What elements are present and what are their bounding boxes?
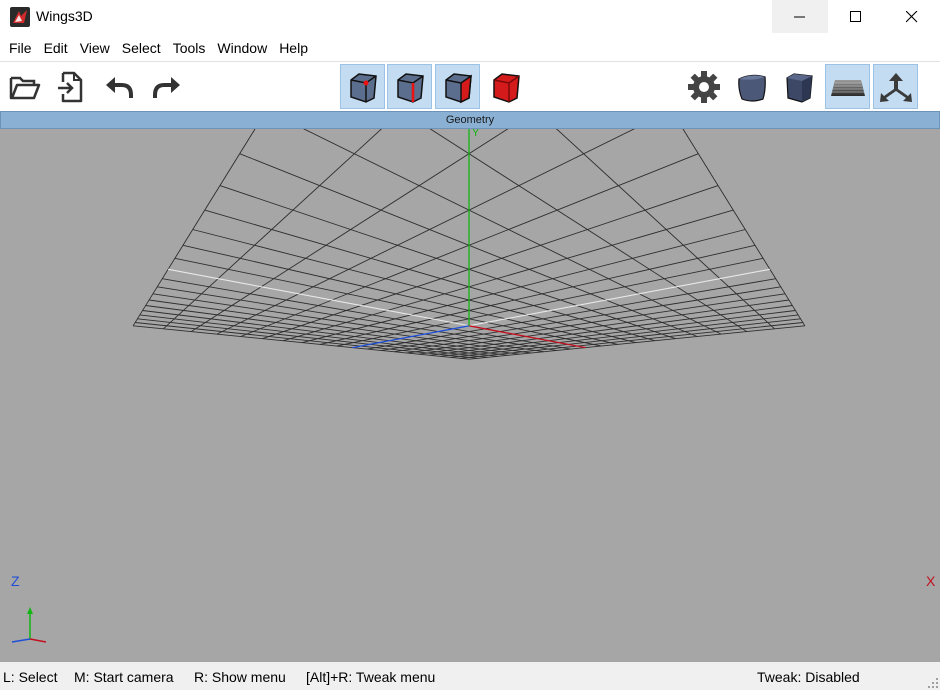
menu-bar: File Edit View Select Tools Window Help bbox=[0, 36, 940, 60]
grid-line bbox=[132, 129, 256, 327]
menu-select[interactable]: Select bbox=[116, 37, 167, 59]
open-button[interactable] bbox=[2, 64, 47, 109]
menu-window[interactable]: Window bbox=[211, 37, 273, 59]
close-icon bbox=[906, 10, 918, 22]
ground-plane-button[interactable] bbox=[825, 64, 870, 109]
grid-line bbox=[303, 129, 722, 335]
redo-icon bbox=[152, 76, 180, 98]
maximize-icon bbox=[850, 10, 861, 22]
minimize-icon bbox=[794, 16, 805, 17]
body-select-icon bbox=[492, 72, 520, 103]
edge-mode-button[interactable] bbox=[387, 64, 432, 109]
orientation-gizmo bbox=[11, 607, 47, 643]
grid-line bbox=[555, 129, 775, 330]
menu-file[interactable]: File bbox=[3, 37, 38, 59]
status-right-click-hint: R: Show menu bbox=[194, 669, 286, 685]
vertex-mode-button[interactable] bbox=[340, 64, 385, 109]
resize-grip-icon[interactable] bbox=[928, 678, 938, 688]
flat-shaded-cube-icon bbox=[785, 72, 813, 103]
ground-plane-icon bbox=[830, 79, 865, 96]
grid-line bbox=[137, 318, 488, 358]
import-button[interactable] bbox=[47, 64, 92, 109]
face-select-icon bbox=[444, 72, 472, 103]
grid-line bbox=[216, 129, 635, 335]
grid-line bbox=[682, 129, 806, 327]
menu-tools[interactable]: Tools bbox=[167, 37, 212, 59]
viewport-title: Geometry bbox=[0, 111, 940, 129]
redo-button[interactable] bbox=[144, 64, 189, 109]
show-axes-button[interactable] bbox=[873, 64, 918, 109]
vertex-select-icon bbox=[349, 72, 377, 103]
y-axis-label: Y bbox=[472, 129, 480, 139]
smooth-shaded-cube-icon bbox=[737, 74, 766, 102]
x-axis-label: X bbox=[926, 573, 936, 589]
gear-icon bbox=[687, 70, 720, 103]
title-bar: Wings3D bbox=[0, 0, 940, 33]
window-title: Wings3D bbox=[36, 8, 93, 24]
flat-shading-button[interactable] bbox=[776, 64, 821, 109]
import-icon bbox=[57, 71, 82, 102]
undo-icon bbox=[105, 76, 133, 98]
maximize-button[interactable] bbox=[828, 0, 884, 33]
body-mode-button[interactable] bbox=[483, 64, 528, 109]
status-tweak-menu-hint: [Alt]+R: Tweak menu bbox=[306, 669, 436, 685]
grid-line bbox=[191, 129, 509, 332]
grid-line bbox=[468, 325, 805, 360]
status-bar: L: Select M: Start camera R: Show menu [… bbox=[0, 662, 940, 690]
grid-line bbox=[450, 318, 801, 358]
edge-select-icon bbox=[396, 72, 424, 103]
status-left-click-hint: L: Select bbox=[3, 669, 58, 685]
axes-icon bbox=[879, 72, 912, 102]
open-folder-icon bbox=[9, 76, 40, 99]
x-axis-line bbox=[468, 325, 586, 349]
minimize-button[interactable] bbox=[772, 0, 828, 33]
menu-edit[interactable]: Edit bbox=[38, 37, 74, 59]
close-button[interactable] bbox=[884, 0, 940, 33]
z-axis-line bbox=[352, 325, 470, 349]
world-axes bbox=[352, 129, 586, 349]
grid-line bbox=[133, 325, 470, 360]
preferences-button[interactable] bbox=[681, 64, 726, 109]
face-mode-button[interactable] bbox=[435, 64, 480, 109]
menu-help[interactable]: Help bbox=[273, 37, 314, 59]
wings3d-logo-icon bbox=[10, 7, 30, 27]
toolbar bbox=[0, 61, 940, 111]
status-middle-click-hint: M: Start camera bbox=[74, 669, 174, 685]
menu-view[interactable]: View bbox=[74, 37, 116, 59]
undo-button[interactable] bbox=[96, 64, 141, 109]
3d-scene: Y Z X bbox=[11, 129, 936, 643]
smooth-shading-button[interactable] bbox=[729, 64, 774, 109]
grid-line bbox=[429, 129, 747, 332]
geometry-viewport[interactable]: Y Z X bbox=[0, 129, 940, 662]
status-tweak-mode: Tweak: Disabled bbox=[757, 669, 860, 685]
z-axis-label: Z bbox=[11, 573, 20, 589]
grid-line bbox=[163, 129, 383, 330]
